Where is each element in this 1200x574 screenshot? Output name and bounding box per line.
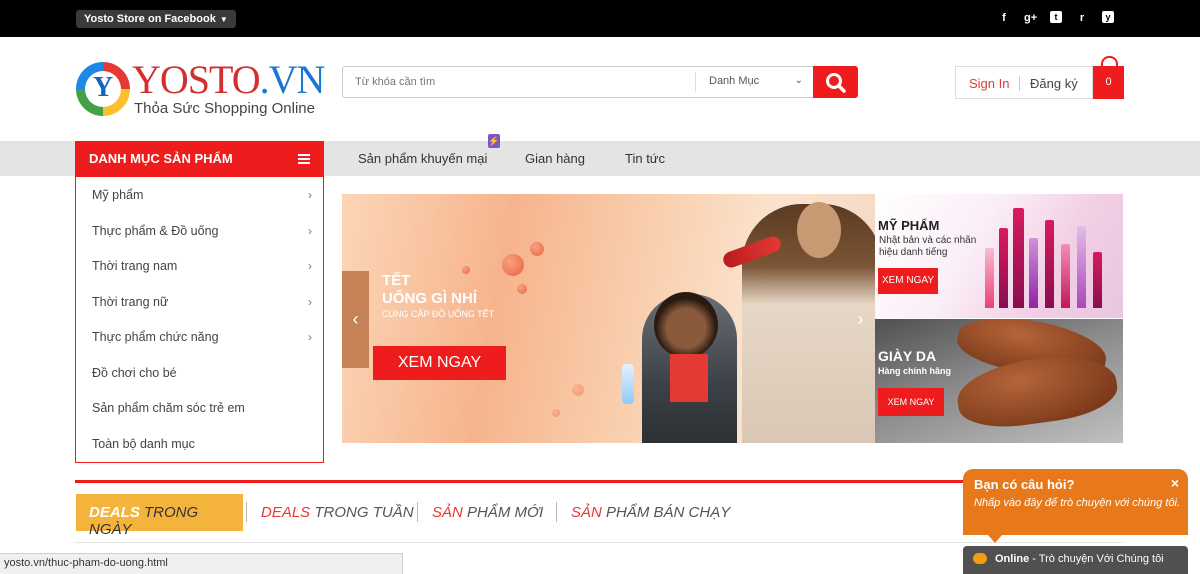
lipstick-image [1013, 208, 1024, 308]
facebook-store-dropdown[interactable]: Yosto Store on Facebook ▼ [76, 10, 236, 28]
cart-button[interactable]: 0 [1093, 56, 1124, 99]
tab-separator [246, 502, 247, 522]
promo-cosmetics-banner[interactable]: MỸ PHẨM Nhật bản và các nhãn hiệu danh t… [875, 194, 1123, 318]
facebook-store-label: Yosto Store on Facebook [84, 13, 216, 25]
hero-shirt-image [670, 354, 708, 402]
hero-subtitle: CUNG CẤP ĐỒ UỐNG TẾT [382, 309, 495, 319]
chat-prompt-bubble[interactable]: Bạn có câu hỏi? × Nhấp vào đây để trò ch… [963, 469, 1188, 535]
search-icon [826, 73, 846, 93]
lipstick-image [1045, 220, 1054, 308]
chevron-right-icon: › [308, 259, 312, 273]
tab-deals-week[interactable]: DEALS TRONG TUẦN [261, 504, 414, 521]
tab-new-products[interactable]: SẢN PHẨM MỚI [432, 504, 543, 521]
chevron-down-icon: ▼ [219, 15, 228, 24]
promo-title: GIÀY DA [878, 348, 937, 364]
chevron-down-icon: ⌄ [794, 75, 803, 86]
chat-online-bar[interactable]: Online - Trò chuyện Với Chúng tôi [963, 546, 1188, 574]
chat-description: Nhấp vào đây để trò chuyện với chúng tôi… [974, 497, 1180, 509]
promo-leather-shoes-banner[interactable]: GIÀY DA Hàng chính hãng XEM NGAY [875, 319, 1123, 443]
nav-item-promotions[interactable]: Sản phẩm khuyến mại [358, 151, 487, 166]
decor-bubble [572, 384, 584, 396]
hero-title-line1: TẾT [382, 272, 411, 289]
facebook-icon[interactable]: f [998, 11, 1010, 25]
register-link[interactable]: Đăng ký [1030, 76, 1078, 91]
tab-best-sellers[interactable]: SẢN PHẨM BÁN CHẠY [571, 504, 730, 521]
search-button[interactable] [813, 66, 858, 98]
promo-cta-button[interactable]: XEM NGAY [878, 388, 944, 416]
hero-next-button[interactable]: › [847, 271, 874, 368]
category-item-supplements[interactable]: Thực phẩm chức năng › [92, 330, 312, 344]
top-bar: Yosto Store on Facebook ▼ f g+ t r y [0, 0, 1200, 37]
chevron-right-icon: › [308, 224, 312, 238]
decor-bubble [552, 409, 560, 417]
auth-links: Sign In Đăng ký [955, 66, 1093, 99]
lipstick-image [999, 228, 1008, 308]
chevron-right-icon: › [308, 330, 312, 344]
category-item-women-fashion[interactable]: Thời trang nữ › [92, 295, 312, 309]
chat-online-status: Online [995, 553, 1030, 565]
twitter-icon[interactable]: t [1050, 11, 1062, 23]
category-list: Mỹ phẩm › Thực phẩm & Đồ uống › Thời trang… [75, 177, 324, 463]
hero-face-image [654, 292, 718, 358]
promo-subtitle: Hàng chính hãng [878, 366, 951, 376]
social-links: f g+ t r y [998, 11, 1114, 25]
promo-subtitle: Nhật bản và các nhãn hiệu danh tiếng [879, 235, 977, 258]
hero-face-image [797, 202, 841, 258]
lightning-icon: ⚡ [488, 134, 500, 148]
category-item-food-drink[interactable]: Thực phẩm & Đồ uống › [92, 224, 312, 238]
tab-deals-today[interactable]: DEALS TRONG NGÀY [76, 494, 243, 538]
lipstick-image [1093, 252, 1102, 308]
promo-cta-button[interactable]: XEM NGAY [878, 268, 938, 294]
chevron-right-icon: › [308, 188, 312, 202]
chevron-right-icon: › [308, 295, 312, 309]
search-input[interactable] [343, 67, 695, 97]
hero-title-line2: UỐNG GÌ NHỈ [382, 290, 478, 307]
auth-divider [1019, 76, 1020, 91]
logo-wordmark: YOSTO.VN [132, 57, 325, 102]
hero-cta-button[interactable]: XEM NGAY [373, 346, 506, 380]
water-bottle-image [622, 364, 634, 404]
deals-bottom-border [75, 542, 1123, 543]
category-item-cosmetics[interactable]: Mỹ phẩm › [92, 188, 312, 202]
chat-online-label: - Trò chuyện Với Chúng tôi [1029, 553, 1164, 565]
google-plus-icon[interactable]: g+ [1024, 11, 1037, 25]
youtube-icon[interactable]: y [1102, 11, 1114, 23]
search-bar: Danh Mục ⌄ [342, 66, 814, 98]
tab-separator [417, 502, 418, 522]
chat-bubble-icon [973, 553, 987, 564]
logo-mark-letter: Y [93, 72, 114, 103]
decor-bubble [530, 242, 544, 256]
tab-separator [556, 502, 557, 522]
decor-bubble [517, 284, 527, 294]
category-item-toys[interactable]: Đồ chơi cho bé [92, 366, 312, 380]
lipstick-image [1061, 244, 1070, 308]
category-item-all[interactable]: Toàn bộ danh mục [92, 437, 312, 451]
rss-icon[interactable]: r [1076, 11, 1088, 25]
category-item-baby-care[interactable]: Sản phẩm chăm sóc trẻ em [92, 401, 312, 415]
close-icon[interactable]: × [1171, 475, 1179, 491]
search-category-select[interactable]: Danh Mục [709, 75, 759, 87]
chat-bubble-tail [988, 535, 1002, 543]
category-menu-title: DANH MỤC SẢN PHẨM [89, 151, 233, 166]
lipstick-image [1077, 226, 1086, 308]
sign-in-link[interactable]: Sign In [969, 76, 1009, 91]
site-logo[interactable]: Y YOSTO.VN Thỏa Sức Shopping Online [76, 57, 336, 122]
hero-banner[interactable]: ‹ › TẾT UỐNG GÌ NHỈ CUNG CẤP ĐỒ UỐNG TẾT… [342, 194, 876, 443]
category-item-men-fashion[interactable]: Thời trang nam › [92, 259, 312, 273]
cart-count: 0 [1105, 76, 1112, 88]
browser-status-url: yosto.vn/thuc-pham-do-uong.html [0, 553, 403, 574]
chat-question: Bạn có câu hỏi? [974, 477, 1075, 492]
decor-bubble [462, 266, 470, 274]
nav-item-stores[interactable]: Gian hàng [525, 151, 585, 166]
hamburger-icon [298, 154, 310, 164]
logo-tagline: Thỏa Sức Shopping Online [134, 100, 315, 117]
nav-item-news[interactable]: Tin tức [625, 151, 665, 166]
decor-bubble [502, 254, 524, 276]
hero-prev-button[interactable]: ‹ [342, 271, 369, 368]
promo-title: MỸ PHẨM [878, 218, 940, 233]
search-divider [695, 72, 696, 92]
category-menu-header[interactable]: DANH MỤC SẢN PHẨM [75, 141, 324, 177]
lipstick-image [1029, 238, 1038, 308]
